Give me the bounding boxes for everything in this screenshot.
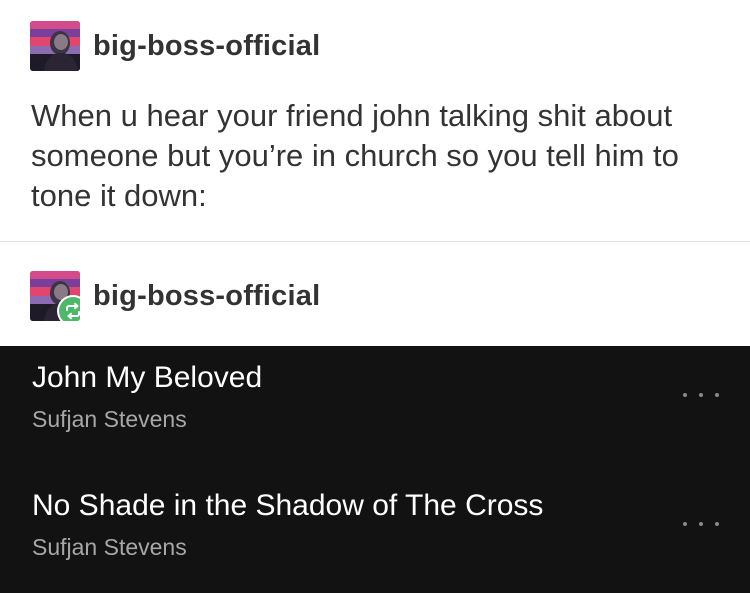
track-item[interactable]: John My Beloved Sufjan Stevens bbox=[32, 360, 732, 433]
track-title: No Shade in the Shadow of The Cross bbox=[32, 489, 544, 522]
avatar[interactable] bbox=[30, 271, 80, 321]
reblog-author[interactable]: big-boss-official bbox=[93, 280, 320, 313]
post-author[interactable]: big-boss-official bbox=[93, 30, 320, 63]
more-options-icon[interactable] bbox=[683, 390, 719, 400]
music-player: John My Beloved Sufjan Stevens No Shade … bbox=[0, 346, 750, 593]
track-artist: Sufjan Stevens bbox=[32, 406, 187, 432]
post-header: big-boss-official bbox=[30, 21, 320, 71]
more-options-icon[interactable] bbox=[683, 519, 719, 529]
track-title: John My Beloved bbox=[32, 361, 263, 394]
reblog-icon bbox=[66, 302, 80, 320]
track-item[interactable]: No Shade in the Shadow of The Cross Sufj… bbox=[32, 488, 732, 561]
post-text: When u hear your friend john talking shi… bbox=[31, 98, 679, 213]
divider bbox=[0, 241, 750, 242]
avatar[interactable] bbox=[30, 21, 80, 71]
track-artist: Sufjan Stevens bbox=[32, 534, 187, 560]
avatar-image bbox=[30, 21, 80, 71]
reblog-header: big-boss-official bbox=[30, 271, 320, 321]
